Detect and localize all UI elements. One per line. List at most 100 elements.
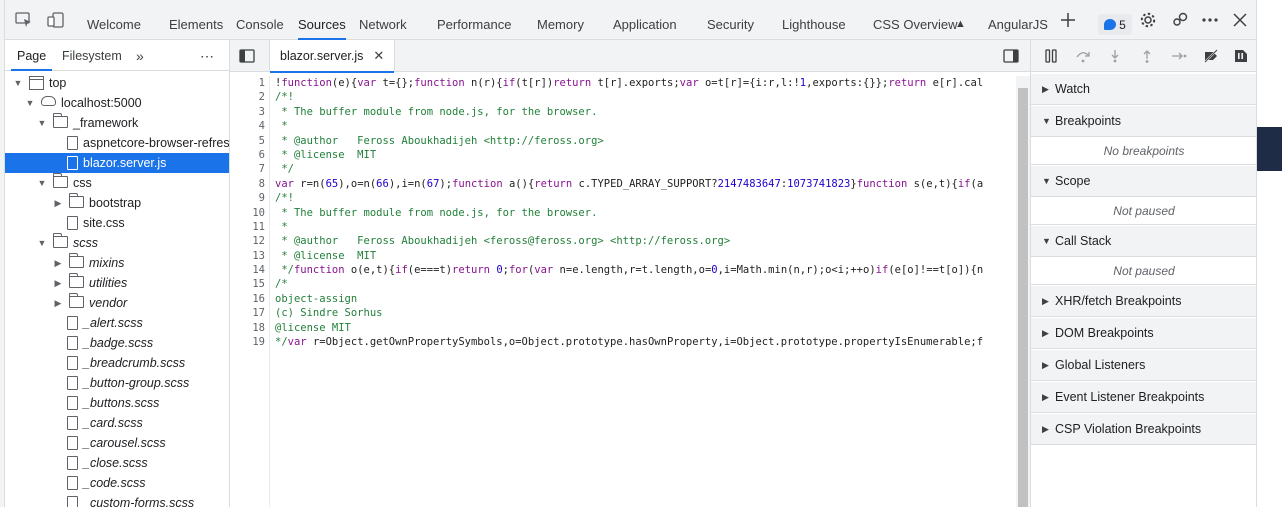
scrollbar-thumb[interactable] (1018, 88, 1028, 507)
code-line[interactable]: */ (275, 162, 1015, 176)
folder-item[interactable]: ▶ bootstrap (5, 193, 229, 213)
section-event-listener-breakpoints[interactable]: ▶ Event Listener Breakpoints (1031, 381, 1257, 413)
line-number[interactable]: 15 (230, 277, 269, 291)
deactivate-breakpoints-icon[interactable] (1201, 46, 1221, 66)
folder-item[interactable]: ▼ _framework (5, 113, 229, 133)
file-item[interactable]: _buttons.scss (5, 393, 229, 413)
line-number[interactable]: 18 (230, 321, 269, 335)
line-number[interactable]: 14 (230, 263, 269, 277)
line-number[interactable]: 10 (230, 206, 269, 220)
line-number[interactable]: 8 (230, 177, 269, 191)
code-line[interactable]: !function(e){var t={};function n(r){if(t… (275, 76, 1015, 90)
line-number[interactable]: 11 (230, 220, 269, 234)
section-scope[interactable]: ▼ Scope (1031, 165, 1257, 197)
pause-on-exceptions-icon[interactable] (1231, 46, 1251, 66)
editor-scrollbar[interactable] (1016, 76, 1030, 507)
tab-filesystem[interactable]: Filesystem (62, 40, 122, 71)
file-item[interactable]: site.css (5, 213, 229, 233)
file-item[interactable]: _code.scss (5, 473, 229, 493)
tab-angularjs[interactable]: AngularJS (988, 0, 1048, 40)
tab-css-overview[interactable]: CSS Overview (873, 0, 958, 40)
line-number[interactable]: 6 (230, 148, 269, 162)
file-item[interactable]: _badge.scss (5, 333, 229, 353)
collapsed-arrow-icon[interactable]: ▶ (1042, 74, 1049, 104)
editor-tab-blazor-server-js[interactable]: blazor.server.js ✕ (269, 40, 396, 73)
expanded-arrow-icon[interactable]: ▼ (13, 73, 23, 93)
tab-network[interactable]: Network (359, 0, 407, 40)
code-line[interactable]: /*! (275, 90, 1015, 104)
tab-lighthouse[interactable]: Lighthouse (782, 0, 846, 40)
step-over-icon[interactable] (1073, 46, 1093, 66)
collapsed-arrow-icon[interactable]: ▶ (53, 253, 63, 273)
frame-item[interactable]: ▼ top (5, 73, 229, 93)
line-number[interactable]: 13 (230, 249, 269, 263)
collapsed-arrow-icon[interactable]: ▶ (53, 293, 63, 313)
navigator-menu-icon[interactable]: ⋯ (200, 40, 215, 71)
code-line[interactable]: * (275, 220, 1015, 234)
code-line[interactable]: * @license MIT (275, 148, 1015, 162)
line-number[interactable]: 4 (230, 119, 269, 133)
code-line[interactable]: * The buffer module from node.js, for th… (275, 105, 1015, 119)
file-item[interactable]: _close.scss (5, 453, 229, 473)
close-tab-icon[interactable]: ✕ (373, 48, 384, 64)
tab-security[interactable]: Security (707, 0, 754, 40)
frame-item[interactable]: ▼ localhost:5000 (5, 93, 229, 113)
more-options-icon[interactable] (1199, 9, 1221, 31)
file-item[interactable]: _button-group.scss (5, 373, 229, 393)
expanded-arrow-icon[interactable]: ▼ (25, 93, 35, 113)
code-line[interactable]: var r=n(65),o=n(66),i=n(67);function a()… (275, 177, 1015, 191)
tab-console[interactable]: Console (236, 0, 284, 40)
collapsed-arrow-icon[interactable]: ▶ (1042, 382, 1049, 412)
file-item[interactable]: _carousel.scss (5, 433, 229, 453)
code-line[interactable]: object-assign (275, 292, 1015, 306)
tab-memory[interactable]: Memory (537, 0, 584, 40)
step-out-icon[interactable] (1137, 46, 1157, 66)
code-line[interactable]: * @author Feross Aboukhadijeh <feross@fe… (275, 234, 1015, 248)
tab-sources[interactable]: Sources (298, 0, 346, 40)
line-number[interactable]: 1 (230, 76, 269, 90)
code-line[interactable]: * @license MIT (275, 249, 1015, 263)
expanded-arrow-icon[interactable]: ▼ (1042, 226, 1051, 256)
section-dom-breakpoints[interactable]: ▶ DOM Breakpoints (1031, 317, 1257, 349)
more-tabs-plus-icon[interactable] (1057, 9, 1079, 31)
line-number[interactable]: 3 (230, 105, 269, 119)
pause-icon[interactable] (1041, 46, 1061, 66)
close-icon[interactable] (1229, 9, 1251, 31)
feedback-icon[interactable] (1169, 9, 1191, 31)
expanded-arrow-icon[interactable]: ▼ (37, 113, 47, 133)
collapsed-arrow-icon[interactable]: ▶ (53, 193, 63, 213)
file-item[interactable]: _card.scss (5, 413, 229, 433)
tab-page[interactable]: Page (10, 40, 53, 71)
settings-gear-icon[interactable] (1137, 9, 1159, 31)
collapsed-arrow-icon[interactable]: ▶ (1042, 286, 1049, 316)
collapsed-arrow-icon[interactable]: ▶ (1042, 318, 1049, 348)
code-area[interactable]: !function(e){var t={};function n(r){if(t… (275, 76, 1015, 507)
file-item[interactable]: aspnetcore-browser-refresh (5, 133, 229, 153)
code-line[interactable]: @license MIT (275, 321, 1015, 335)
line-number[interactable]: 12 (230, 234, 269, 248)
file-item[interactable]: _alert.scss (5, 313, 229, 333)
code-line[interactable]: * (275, 119, 1015, 133)
line-number[interactable]: 16 (230, 292, 269, 306)
more-tabs-chevron-icon[interactable]: » (136, 40, 144, 71)
code-line[interactable]: /*! (275, 191, 1015, 205)
code-line[interactable]: /* (275, 277, 1015, 291)
section-call-stack[interactable]: ▼ Call Stack (1031, 225, 1257, 257)
collapsed-arrow-icon[interactable]: ▶ (1042, 414, 1049, 444)
toggle-debugger-icon[interactable] (1003, 49, 1019, 66)
expanded-arrow-icon[interactable]: ▼ (1042, 166, 1051, 196)
file-item[interactable]: blazor.server.js (5, 153, 229, 173)
folder-item[interactable]: ▶ mixins (5, 253, 229, 273)
code-line[interactable]: * The buffer module from node.js, for th… (275, 206, 1015, 220)
code-line[interactable]: * @author Feross Aboukhadijeh <http://fe… (275, 134, 1015, 148)
tab-application[interactable]: Application (613, 0, 677, 40)
inspect-element-icon[interactable] (13, 9, 35, 31)
issues-badge[interactable]: 5 (1098, 14, 1132, 35)
file-item[interactable]: _breadcrumb.scss (5, 353, 229, 373)
line-number[interactable]: 7 (230, 162, 269, 176)
tab-performance[interactable]: Performance (437, 0, 511, 40)
line-number[interactable]: 17 (230, 306, 269, 320)
tab-welcome[interactable]: Welcome (87, 0, 141, 40)
device-toolbar-icon[interactable] (45, 9, 67, 31)
toggle-navigator-icon[interactable] (239, 49, 255, 66)
